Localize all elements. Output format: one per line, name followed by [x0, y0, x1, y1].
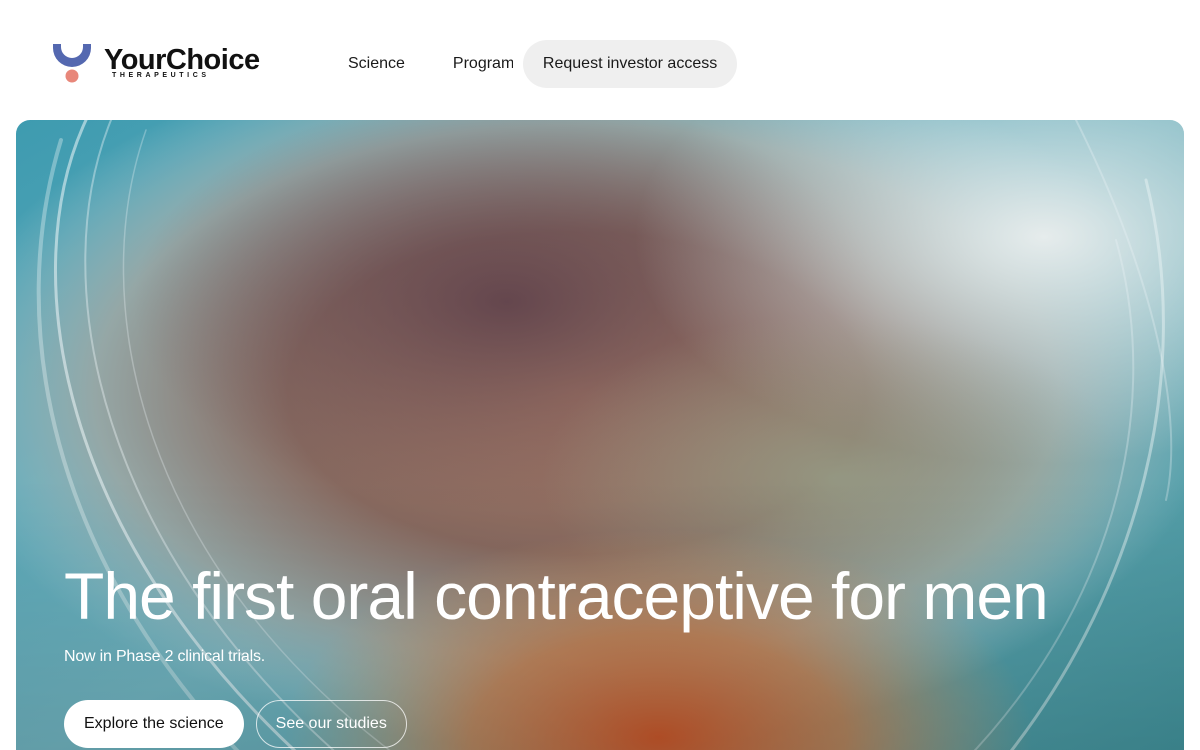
logo-mark-icon	[53, 44, 91, 83]
hero-actions: Explore the science See our studies	[64, 700, 407, 748]
explore-science-button[interactable]: Explore the science	[64, 700, 244, 748]
hero-subtitle: Now in Phase 2 clinical trials.	[64, 648, 265, 665]
see-studies-button[interactable]: See our studies	[255, 700, 407, 748]
site-header: YourChoice THERAPEUTICS Science Programs…	[0, 0, 1200, 120]
nav-link-science[interactable]: Science	[330, 40, 423, 88]
brand-name: YourChoice	[104, 44, 260, 76]
nav-link-programs[interactable]: Programs	[423, 40, 513, 88]
hero-section: The first oral contraceptive for men Now…	[16, 120, 1184, 750]
main-nav: Science Programs Request investor access	[330, 40, 738, 88]
request-investor-access-button[interactable]: Request investor access	[522, 40, 738, 88]
brand-logo[interactable]: YourChoice THERAPEUTICS	[52, 44, 292, 88]
hero-title: The first oral contraceptive for men	[64, 559, 1049, 633]
brand-tagline: THERAPEUTICS	[112, 72, 210, 79]
